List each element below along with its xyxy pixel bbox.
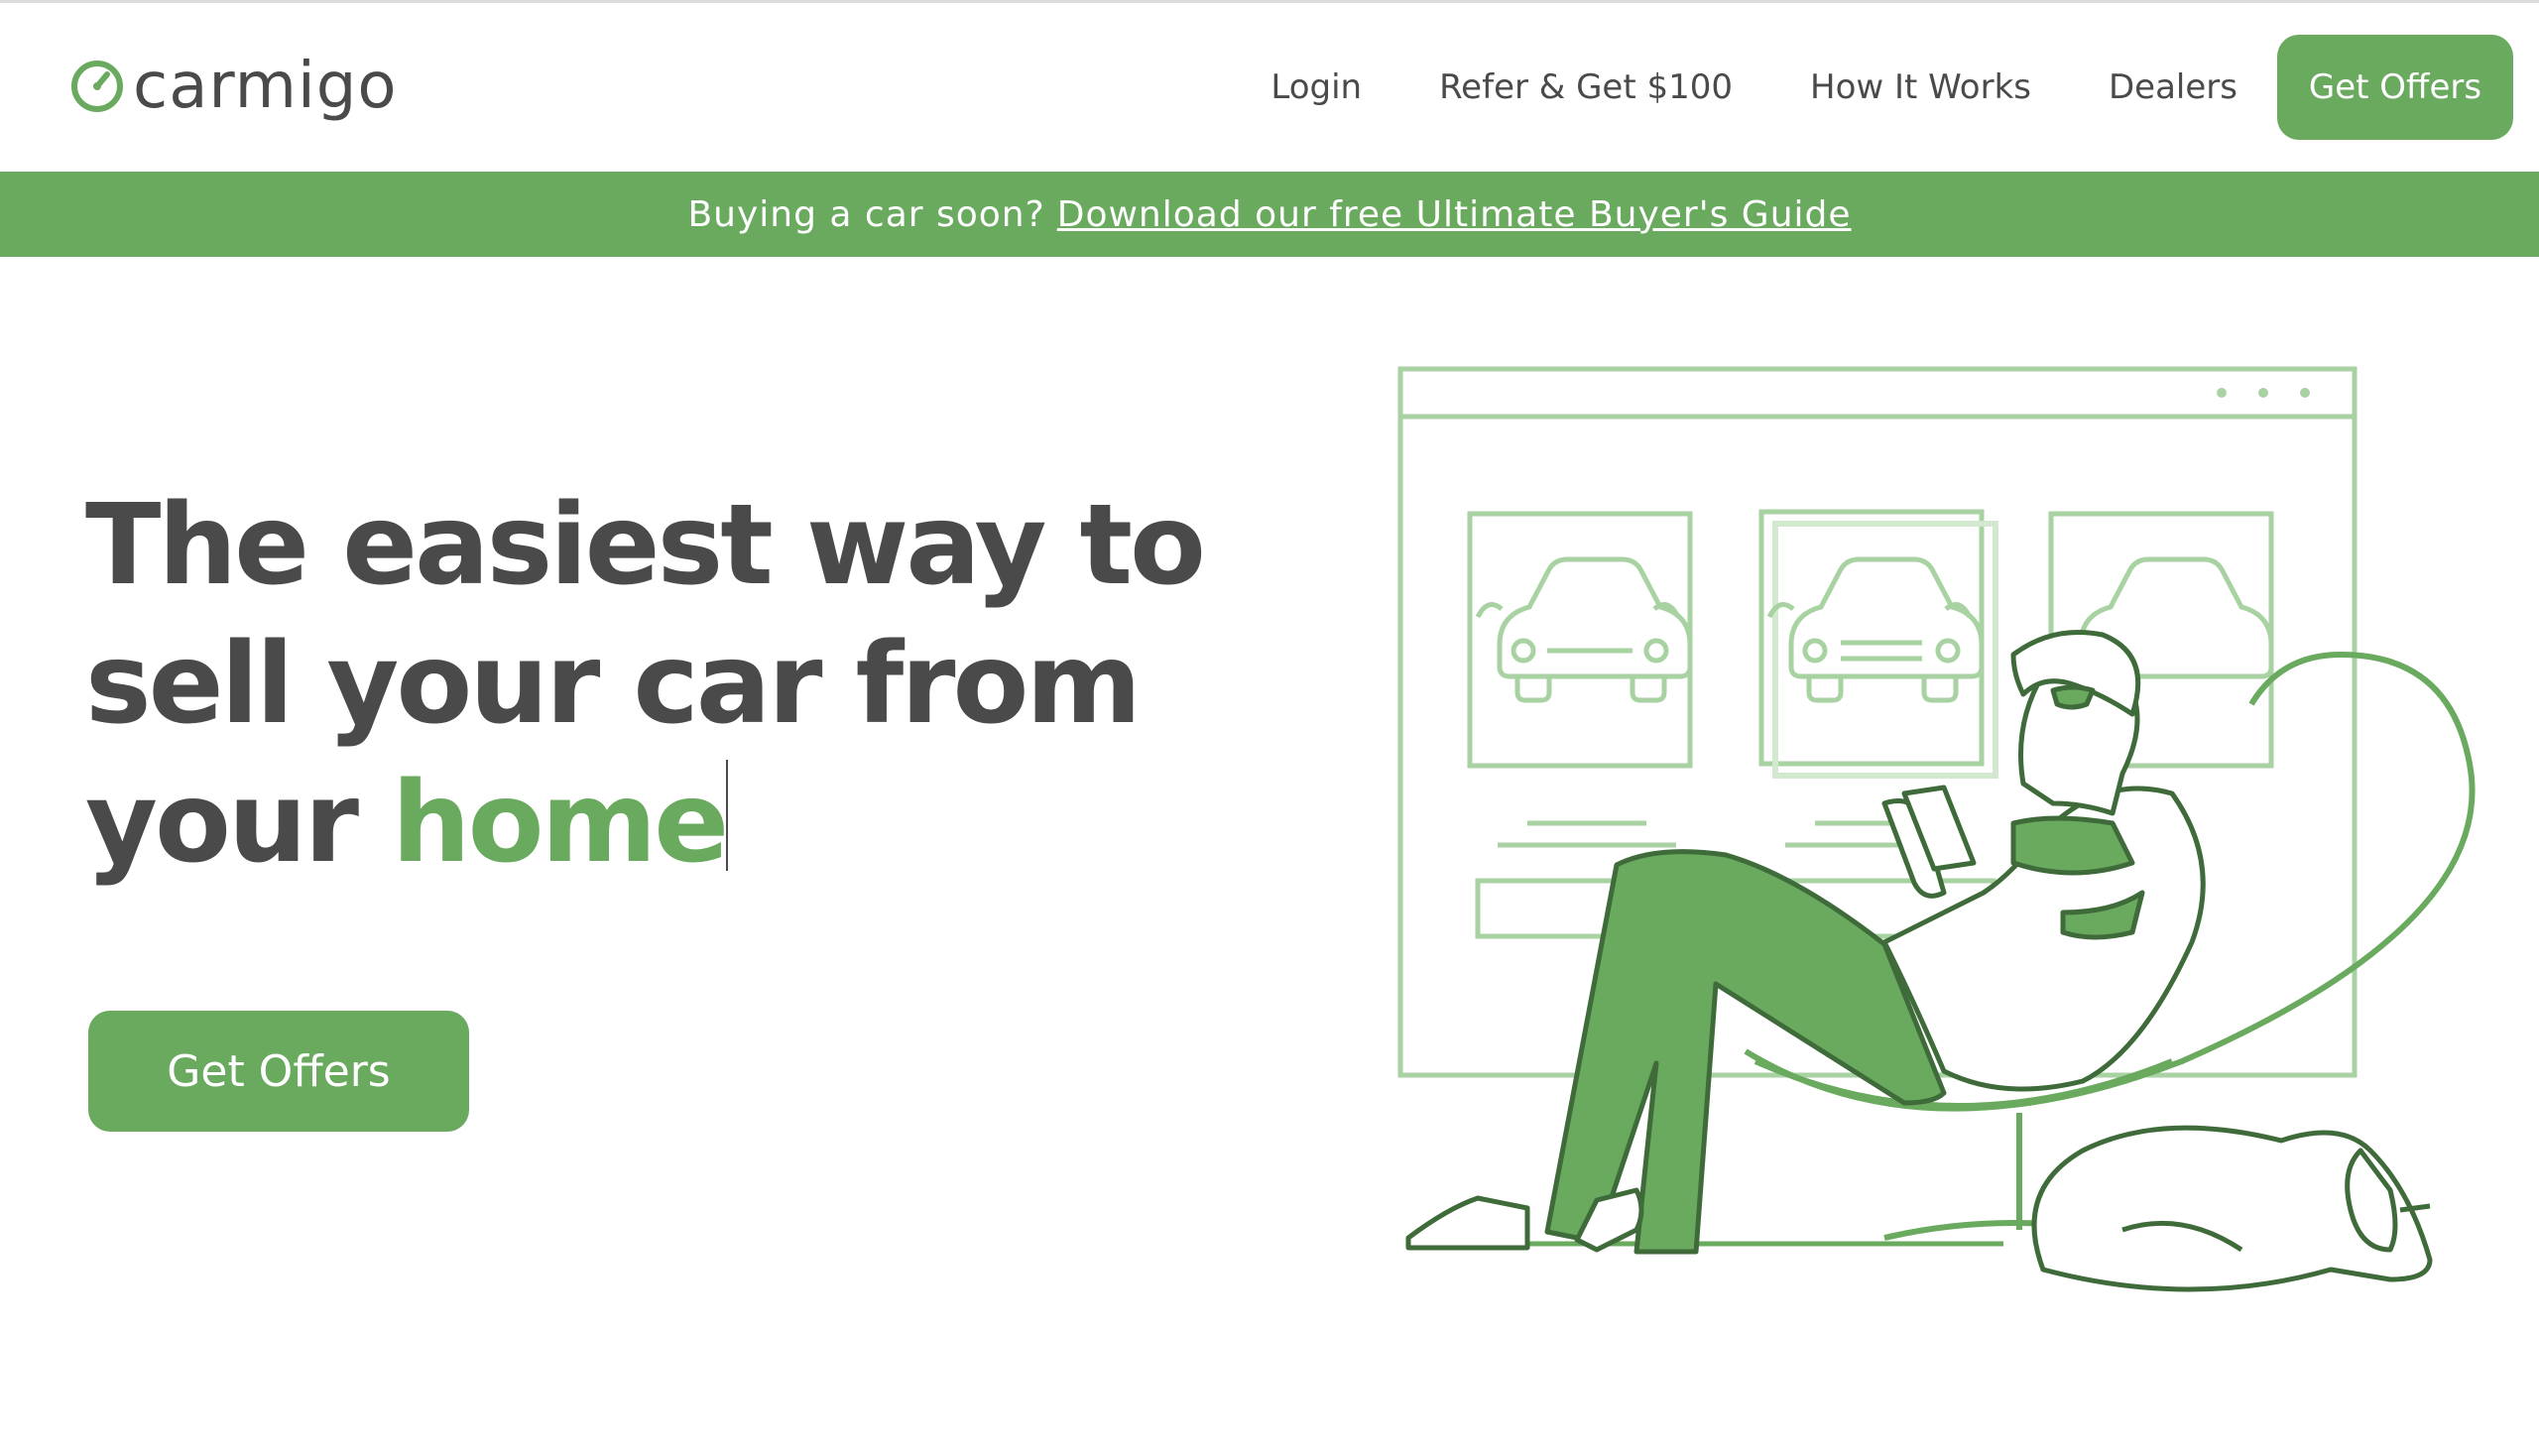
buyers-guide-link[interactable]: Download our free Ultimate Buyer's Guide	[1057, 194, 1852, 235]
car-icon-2	[1766, 556, 1985, 703]
site-header: carmigo Login Refer & Get $100 How It Wo…	[0, 3, 2539, 172]
logo[interactable]: carmigo	[69, 47, 398, 126]
car-icon-1	[1475, 556, 1693, 703]
hero-illustration	[1397, 366, 2476, 1292]
typing-caret	[726, 760, 729, 871]
banner-text: Buying a car soon?	[687, 193, 1045, 235]
hero-title-line1: The easiest way to	[85, 481, 1206, 610]
dog-graphic	[2031, 1125, 2433, 1292]
nav-get-offers-button[interactable]: Get Offers	[2277, 35, 2513, 140]
hero-title-accent: home	[391, 759, 729, 888]
hero-title-line3: your	[85, 759, 359, 888]
nav-dealers[interactable]: Dealers	[2109, 67, 2237, 107]
nav-refer[interactable]: Refer & Get $100	[1439, 67, 1733, 107]
nav-how-it-works[interactable]: How It Works	[1810, 67, 2031, 107]
main-nav: Login Refer & Get $100 How It Works Deal…	[1270, 3, 2539, 172]
nav-login[interactable]: Login	[1270, 67, 1362, 107]
promo-banner: Buying a car soon? Download our free Ult…	[0, 172, 2539, 257]
hero-get-offers-button[interactable]: Get Offers	[88, 1011, 469, 1132]
hero-title: The easiest way to sell your car from yo…	[85, 476, 1335, 893]
brand-name: carmigo	[133, 50, 398, 123]
speedometer-icon	[71, 61, 123, 112]
hero-title-line2: sell your car from	[85, 620, 1142, 749]
